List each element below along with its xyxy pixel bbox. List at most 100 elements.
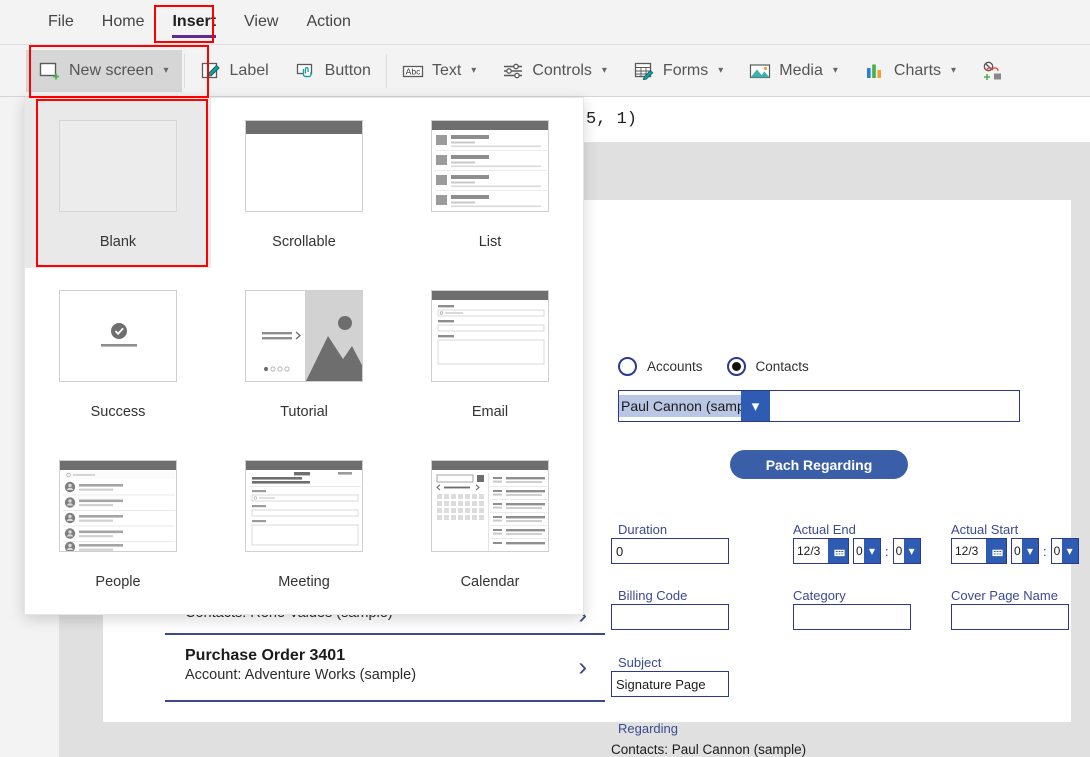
- text-label: Text: [431, 61, 462, 79]
- chevron-down-icon: ▾: [718, 65, 724, 76]
- actual-start-hour-value: 0: [1014, 544, 1021, 558]
- menu-item-file[interactable]: File: [34, 0, 88, 44]
- charts-menu[interactable]: Charts ▾: [851, 50, 969, 92]
- formula-text: 5, 1): [586, 110, 638, 129]
- radio-contacts-label: Contacts: [755, 359, 809, 374]
- regarding-value: Contacts: Paul Cannon (sample): [611, 742, 807, 757]
- actual-end-date-value: 12/3: [797, 544, 821, 558]
- menu-item-view[interactable]: View: [230, 0, 292, 44]
- screen-template-tutorial[interactable]: Tutorial: [211, 268, 397, 438]
- menu-item-insert[interactable]: Insert: [158, 0, 230, 44]
- cover-page-name-input[interactable]: [951, 604, 1069, 630]
- controls-sliders-icon: [502, 60, 524, 82]
- actual-end-minute-select[interactable]: 0 ▾: [892, 538, 921, 564]
- scrollable-thumbnail: [245, 120, 363, 212]
- forms-grid-icon: [633, 60, 655, 82]
- duration-input[interactable]: 0: [611, 538, 729, 564]
- chevron-right-icon[interactable]: ›: [578, 652, 587, 683]
- screen-template-list[interactable]: List: [397, 98, 583, 268]
- template-label: List: [478, 234, 502, 250]
- actual-start-date-value: 12/3: [955, 544, 979, 558]
- meeting-thumbnail: [245, 460, 363, 552]
- actual-end-datetime: 12/3 0 ▾ : 0 ▾: [793, 538, 921, 564]
- regarding-label: Regarding: [618, 721, 678, 736]
- label-text: Label: [229, 61, 269, 79]
- screen-template-grid: Blank Scrollable List Success Tutorial E…: [25, 98, 583, 608]
- billing-code-input[interactable]: [611, 604, 729, 630]
- button-icon: [295, 60, 317, 82]
- new-screen-button[interactable]: New screen ▾: [26, 49, 182, 92]
- radio-accounts[interactable]: [618, 357, 637, 376]
- media-label: Media: [779, 61, 823, 79]
- screen-template-meeting[interactable]: Meeting: [211, 438, 397, 608]
- button-button[interactable]: Button: [282, 50, 384, 92]
- tutorial-thumbnail: [245, 290, 363, 382]
- gallery-item-title: Purchase Order 3401: [185, 646, 346, 664]
- charts-label: Charts: [893, 61, 942, 79]
- screen-template-people[interactable]: People: [25, 438, 211, 608]
- controls-menu[interactable]: Controls ▾: [489, 50, 620, 92]
- chevron-down-icon[interactable]: ▾: [903, 539, 920, 563]
- actual-start-minute-value: 0: [1053, 544, 1061, 558]
- forms-menu[interactable]: Forms ▾: [620, 50, 736, 92]
- calendar-icon[interactable]: [828, 539, 848, 563]
- svg-text:Abc: Abc: [406, 66, 421, 76]
- patch-regarding-button[interactable]: Pach Regarding: [730, 450, 908, 479]
- label-button[interactable]: Label: [187, 50, 282, 92]
- actual-end-hour-select[interactable]: 0 ▾: [853, 538, 881, 564]
- record-type-radio-group: Accounts Contacts: [618, 357, 823, 376]
- gallery-item-subtitle: Account: Adventure Works (sample): [185, 667, 417, 684]
- media-picture-icon: [749, 60, 771, 82]
- screen-template-blank[interactable]: Blank: [25, 98, 211, 268]
- actual-end-hour-value: 0: [856, 544, 863, 558]
- subject-label: Subject: [618, 655, 662, 670]
- media-menu[interactable]: Media ▾: [736, 50, 851, 92]
- screen-template-scrollable[interactable]: Scrollable: [211, 98, 397, 268]
- app-window: File Home Insert View Action New screen …: [0, 0, 1090, 757]
- ribbon-divider: [183, 53, 185, 88]
- actual-start-hour-select[interactable]: 0 ▾: [1011, 538, 1039, 564]
- list-thumbnail: [431, 120, 549, 212]
- menu-item-action[interactable]: Action: [292, 0, 364, 44]
- template-label: Calendar: [460, 574, 520, 590]
- email-thumbnail: [431, 290, 549, 382]
- time-colon: :: [1043, 543, 1047, 559]
- record-combobox[interactable]: Paul Cannon (sample) ▾: [618, 390, 1020, 422]
- template-label: Success: [90, 404, 146, 420]
- actual-end-date-input[interactable]: 12/3: [793, 538, 849, 564]
- formula-bar[interactable]: 5, 1): [584, 97, 1090, 143]
- new-screen-label: New screen: [69, 61, 154, 79]
- text-abc-icon: Abc: [402, 60, 424, 82]
- text-menu[interactable]: Abc Text ▾: [389, 50, 489, 92]
- list-item[interactable]: Purchase Order 3401 Account: Adventure W…: [165, 635, 605, 700]
- screen-template-calendar[interactable]: Calendar: [397, 438, 583, 608]
- screen-template-success[interactable]: Success: [25, 268, 211, 438]
- chevron-down-icon[interactable]: ▾: [741, 391, 770, 421]
- icons-menu[interactable]: [969, 50, 1004, 92]
- chevron-down-icon[interactable]: ▾: [1061, 539, 1078, 563]
- category-label: Category: [793, 588, 846, 603]
- chevron-down-icon: ▾: [471, 65, 477, 76]
- chevron-down-icon[interactable]: ▾: [864, 539, 880, 563]
- blank-thumbnail: [59, 120, 177, 212]
- chevron-down-icon: ▾: [951, 65, 957, 76]
- actual-start-date-input[interactable]: 12/3: [951, 538, 1007, 564]
- subject-input[interactable]: Signature Page: [611, 671, 729, 697]
- radio-contacts[interactable]: [726, 357, 746, 376]
- screen-template-email[interactable]: Email: [397, 268, 583, 438]
- template-label: Tutorial: [280, 404, 328, 420]
- combobox-value: Paul Cannon (sample): [619, 395, 741, 417]
- menu-item-home[interactable]: Home: [88, 0, 159, 44]
- template-label: Email: [471, 404, 509, 420]
- chevron-down-icon: ▾: [163, 65, 169, 76]
- menu-bar: File Home Insert View Action: [0, 0, 1090, 44]
- new-screen-dropdown-panel: Blank Scrollable List Success Tutorial E…: [24, 97, 584, 615]
- chevron-down-icon[interactable]: ▾: [1022, 539, 1038, 563]
- actual-start-minute-select[interactable]: 0 ▾: [1050, 538, 1079, 564]
- calendar-icon[interactable]: [986, 539, 1006, 563]
- category-input[interactable]: [793, 604, 911, 630]
- template-label: Scrollable: [272, 234, 336, 250]
- actual-end-label: Actual End: [793, 522, 856, 537]
- ribbon-divider-2: [385, 53, 387, 88]
- controls-label: Controls: [532, 61, 592, 79]
